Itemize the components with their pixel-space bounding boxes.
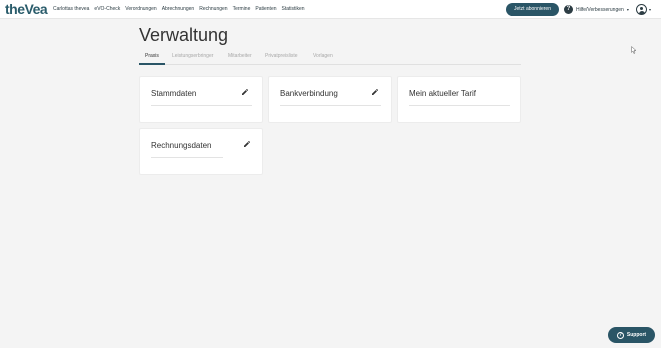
subscribe-button[interactable]: Jetzt abonnieren (506, 3, 559, 16)
card-stammdaten[interactable]: Stammdaten (139, 76, 263, 123)
page-title: Verwaltung (139, 25, 229, 45)
tab-leistungserbringer[interactable]: Leistungserbringer (172, 53, 213, 59)
card-divider (151, 157, 223, 158)
chevron-down-icon: ▾ (626, 7, 629, 12)
card-divider (280, 105, 381, 106)
card-rechnungsdaten[interactable]: Rechnungsdaten (139, 128, 263, 175)
pencil-icon[interactable] (371, 88, 379, 96)
pencil-icon[interactable] (243, 140, 251, 148)
main-nav: Carlottas thevea eVO-Check Verordnungen … (53, 6, 305, 13)
card-bankverbindung[interactable]: Bankverbindung (268, 76, 392, 123)
active-tab-indicator (139, 63, 165, 65)
card-title-bankverbindung: Bankverbindung (280, 89, 338, 98)
chevron-down-icon: ▾ (649, 7, 652, 12)
tab-bar: Praxis Leistungserbringer Mitarbeiter Pr… (139, 52, 521, 65)
tab-mitarbeiter[interactable]: Mitarbeiter (228, 53, 252, 59)
user-menu[interactable]: ▾ (636, 4, 651, 15)
top-navigation-bar: theVea Carlottas thevea eVO-Check Verord… (0, 0, 661, 19)
nav-item-patienten[interactable]: Patienten (255, 6, 276, 13)
mouse-cursor-icon (631, 46, 637, 54)
question-mark-icon: ? (616, 331, 624, 339)
card-title-rechnungsdaten: Rechnungsdaten (151, 141, 212, 150)
nav-item-abrechnungen[interactable]: Abrechnungen (162, 6, 195, 13)
card-title-tarif: Mein aktueller Tarif (409, 89, 476, 98)
nav-item-evo-check[interactable]: eVO-Check (94, 6, 120, 13)
nav-item-rechnungen[interactable]: Rechnungen (199, 6, 227, 13)
user-avatar-icon (636, 4, 647, 15)
tab-privatpreisliste[interactable]: Privatpreisliste (265, 53, 298, 59)
question-mark-icon: ? (564, 5, 573, 14)
nav-item-termine[interactable]: Termine (233, 6, 251, 13)
card-divider (151, 105, 252, 106)
nav-item-carlottas-thevea[interactable]: Carlottas thevea (53, 6, 89, 13)
nav-item-statistiken[interactable]: Statistiken (282, 6, 305, 13)
card-divider (409, 105, 510, 106)
thevea-logo[interactable]: theVea (5, 2, 48, 17)
card-title-stammdaten: Stammdaten (151, 89, 197, 98)
help-menu[interactable]: ? Hilfe/Verbesserungen ▾ (564, 5, 629, 14)
nav-item-verordnungen[interactable]: Verordnungen (125, 6, 156, 13)
card-tarif[interactable]: Mein aktueller Tarif (397, 76, 521, 123)
tab-vorlagen[interactable]: Vorlagen (313, 53, 333, 59)
pencil-icon[interactable] (241, 88, 249, 96)
tab-praxis[interactable]: Praxis (145, 53, 159, 59)
support-label: Support (626, 332, 647, 338)
support-button[interactable]: ? Support (608, 327, 655, 343)
help-menu-label: Hilfe/Verbesserungen (576, 6, 624, 13)
